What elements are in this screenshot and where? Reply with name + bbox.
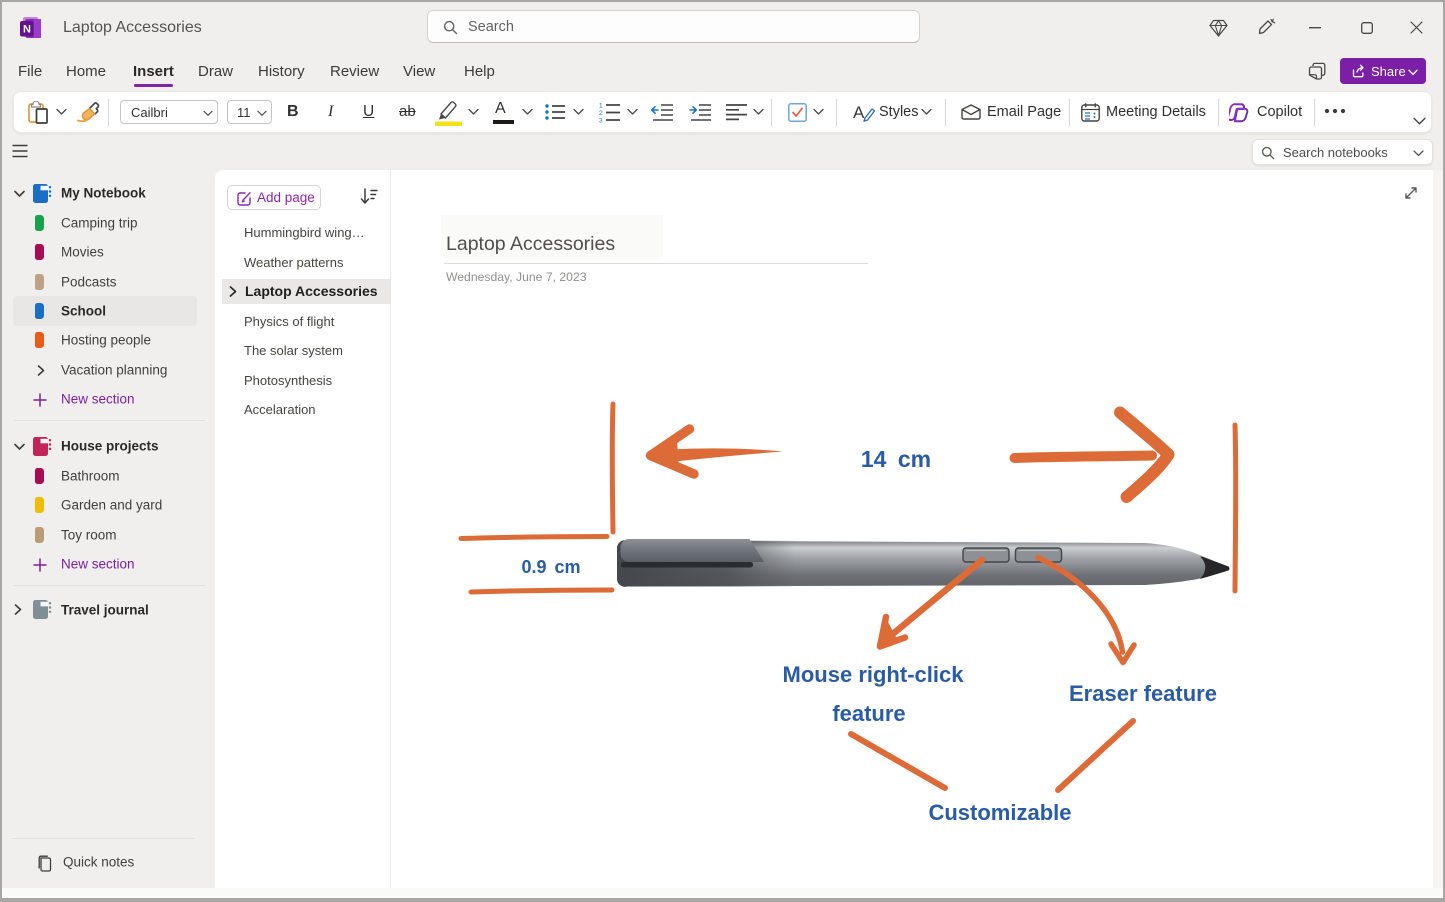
- svg-text:2: 2: [599, 110, 603, 117]
- svg-text:Mouse right-click: Mouse right-click: [783, 662, 965, 687]
- svg-text:Eraser feature: Eraser feature: [1069, 681, 1217, 706]
- svg-text:3: 3: [599, 118, 603, 124]
- svg-text:1: 1: [599, 103, 603, 110]
- svg-text:A: A: [853, 103, 865, 122]
- svg-text:N: N: [23, 24, 31, 36]
- svg-text:feature: feature: [832, 701, 905, 726]
- svg-text:0.9 cm: 0.9 cm: [521, 557, 580, 577]
- svg-text:Customizable: Customizable: [928, 800, 1071, 825]
- svg-text:14 cm: 14 cm: [861, 446, 931, 472]
